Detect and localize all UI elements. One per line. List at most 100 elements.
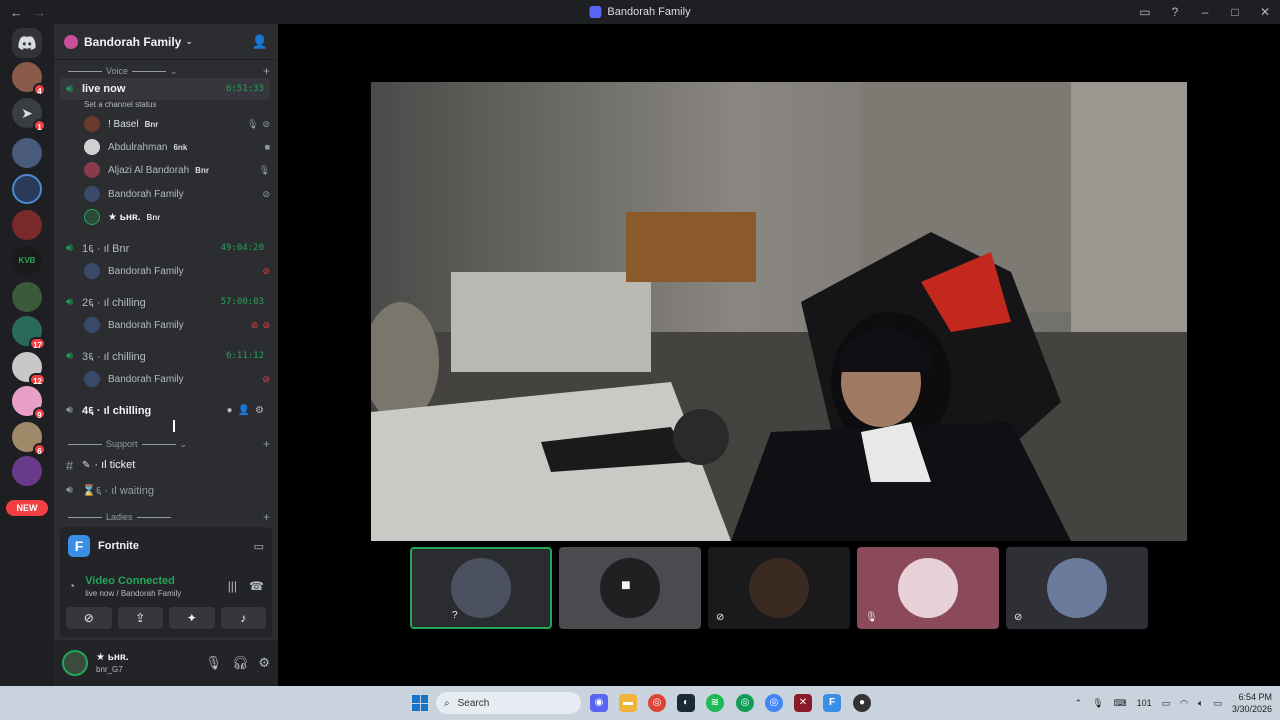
participant-tile[interactable]: ? [410, 547, 552, 629]
user-panel: ★ ьнʀ. bnr_G7 🎙︎ 🎧︎ ⚙ [54, 640, 278, 686]
soundboard-button[interactable]: ♪ [220, 607, 266, 629]
server-icon[interactable] [12, 210, 42, 240]
chat-icon[interactable]: ● [227, 405, 233, 416]
keyboard-icon[interactable]: ⌨ [1114, 698, 1127, 709]
steam-icon[interactable]: ◐ [677, 694, 695, 712]
kvb-server-icon[interactable]: KVB [12, 246, 42, 276]
chrome-profile-icon[interactable]: ◎ [736, 694, 754, 712]
server-icon[interactable]: 12 [12, 352, 46, 386]
minimize-button[interactable]: – [1198, 5, 1212, 19]
disconnect-icon[interactable]: ☎ [249, 579, 264, 593]
new-badge[interactable]: NEW [6, 500, 48, 516]
screen-share-icon[interactable]: ▭ [254, 540, 264, 553]
avatar [84, 186, 100, 202]
chrome-profile-icon[interactable]: ◎ [765, 694, 783, 712]
gear-icon[interactable]: ⚙ [258, 655, 270, 671]
channel-status[interactable]: Set a channel status [84, 100, 157, 109]
voice-user[interactable]: Bandorah Family ⊘ [84, 369, 270, 389]
signal-icon[interactable]: ◔ [68, 579, 75, 593]
connection-status[interactable]: Video Connected [85, 575, 181, 587]
invite-people-icon[interactable]: 👤 [252, 34, 268, 50]
category-ladies[interactable]: Ladies + [64, 510, 270, 524]
connection-channel[interactable]: live now / Bandorah Family [85, 589, 181, 598]
participant-tile[interactable]: 🎙︎ [857, 547, 999, 629]
channel-timer: 6:11:12 [226, 351, 264, 361]
microphone-icon[interactable]: 🎙︎ [205, 655, 222, 671]
participant-tile[interactable]: ⊘ [1006, 547, 1148, 629]
share-screen-button[interactable]: ⇪ [117, 607, 163, 629]
battery-icon[interactable]: ▭ [1213, 698, 1222, 709]
guild-name: Bandorah Family [84, 34, 182, 49]
text-channel-ticket[interactable]: # ✎ · ıl ticket [60, 454, 270, 476]
wifi-icon[interactable]: ◠ [1180, 698, 1188, 709]
back-arrow-icon[interactable]: ← [10, 5, 23, 20]
voice-user[interactable]: Bandorah Family ⊘ [84, 261, 270, 281]
category-support[interactable]: Support ⌄ + [64, 437, 270, 451]
chevron-up-icon[interactable]: ⌃ [1075, 698, 1083, 709]
help-icon[interactable]: ? [1168, 5, 1182, 19]
category-voice[interactable]: Voice ⌄ + [64, 64, 270, 78]
voice-user[interactable]: Aljazi Al Bandorah Bnr 🎙︎ [84, 160, 270, 180]
server-icon[interactable] [12, 174, 42, 204]
avatar [84, 263, 100, 279]
voice-channel-chilling-2[interactable]: 🔊︎ 2६ · ıl chilling 57:00:03 [60, 291, 270, 313]
maximize-button[interactable]: □ [1228, 5, 1242, 19]
create-channel-icon[interactable]: + [263, 64, 270, 78]
voice-channel-bnr[interactable]: 🔊︎ 1६ · ıl Bnr 49:04:20 [60, 237, 270, 259]
participant-tile[interactable]: ■ [559, 547, 701, 629]
telegram-server-icon[interactable]: ➤ 1 [12, 98, 46, 132]
server-icon[interactable] [12, 456, 42, 486]
username[interactable]: ★ ьнʀ. [96, 652, 129, 663]
speaker-icon: 🔊︎ [66, 403, 73, 416]
window-title: Bandorah Family [589, 6, 691, 18]
headphones-icon[interactable]: 🎧︎ [232, 655, 249, 671]
invite-icon[interactable]: 👤 [238, 405, 250, 416]
fortnite-taskbar-icon[interactable]: F [823, 694, 841, 712]
avatar[interactable] [62, 650, 88, 676]
server-icon[interactable]: 4 [12, 62, 46, 96]
voice-channel-waiting[interactable]: 🔊︎ ⌛६ · ıl waiting [60, 479, 270, 501]
x-app-icon[interactable]: ✕ [794, 694, 812, 712]
chrome-icon[interactable]: ◎ [648, 694, 666, 712]
file-explorer-icon[interactable]: ▬ [619, 694, 637, 712]
activities-button[interactable]: ✦ [169, 607, 215, 629]
close-button[interactable]: ✕ [1258, 5, 1272, 19]
voice-user[interactable]: Abdulrahman 6nk ■ [84, 137, 270, 157]
inbox-icon[interactable]: ▭ [1138, 5, 1152, 19]
clock[interactable]: 6:54 PM 3/30/2026 [1232, 691, 1272, 715]
language-indicator[interactable]: 101 [1137, 698, 1152, 708]
participant-tile[interactable]: ⊘ [708, 547, 850, 629]
voice-user[interactable]: Bandorah Family ⊘ ⊘ [84, 315, 270, 335]
obs-icon[interactable]: ● [853, 694, 871, 712]
windows-start-icon[interactable] [412, 695, 428, 711]
display-icon[interactable]: ▭ [1162, 698, 1171, 709]
voice-user[interactable]: ★ ьнʀ. Bnr [84, 207, 270, 227]
server-icon[interactable]: 6 [12, 422, 46, 456]
spotify-icon[interactable]: ≋ [706, 694, 724, 712]
server-icon[interactable] [12, 282, 42, 312]
volume-icon[interactable]: 🔈︎ [1198, 698, 1203, 709]
discord-home-icon[interactable] [12, 28, 42, 58]
search-box[interactable]: ⌕ Search [436, 692, 581, 714]
voice-user[interactable]: Bandorah Family ⊘ [84, 184, 270, 204]
server-icon[interactable] [12, 138, 42, 168]
guild-header[interactable]: Bandorah Family ⌄ 👤 [54, 24, 278, 60]
main-video[interactable] [371, 82, 1187, 541]
server-icon[interactable]: 17 [12, 316, 46, 350]
discord-taskbar-icon[interactable]: ◉ [590, 694, 608, 712]
camera-off-button[interactable]: ⊘ [66, 607, 112, 629]
gear-icon[interactable]: ⚙ [255, 405, 264, 416]
create-channel-icon[interactable]: + [263, 510, 270, 524]
voice-channel-chilling-3[interactable]: 🔊︎ 3६ · ıl chilling 6:11:12 [60, 345, 270, 367]
create-channel-icon[interactable]: + [263, 437, 270, 451]
server-icon[interactable]: 9 [12, 386, 46, 420]
voice-user[interactable]: ! Basel Bnr 🎙︎ ⊘ [84, 114, 270, 134]
microphone-icon[interactable]: 🎙︎ [1092, 698, 1103, 709]
mouse-cursor [173, 420, 181, 432]
forward-arrow-icon[interactable]: → [33, 5, 46, 20]
voice-channel-chilling-4[interactable]: 🔊︎ 4६ · ıl chilling ● 👤 ⚙ [60, 399, 270, 421]
pencil-icon: ✎ [82, 459, 91, 471]
noise-suppression-icon[interactable]: ||| [228, 579, 237, 593]
voice-channel-live-now[interactable]: 🔊︎ live now 6:51:33 [60, 78, 270, 100]
activity-panel[interactable]: F Fortnite ▭ [60, 527, 272, 565]
